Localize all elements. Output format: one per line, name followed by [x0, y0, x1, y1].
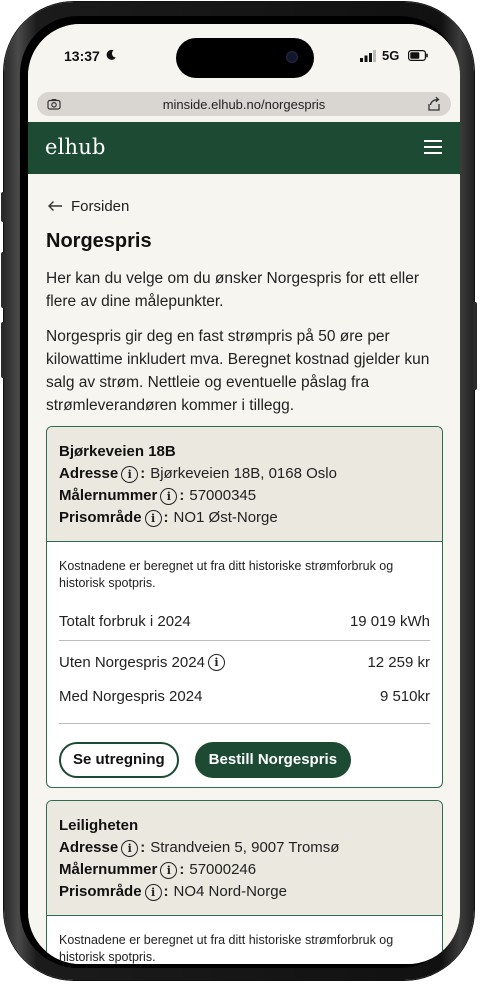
- info-icon[interactable]: i: [121, 465, 139, 483]
- price-area-label: Prisområde: [59, 883, 142, 900]
- colon: :: [140, 839, 146, 856]
- elhub-logo[interactable]: elhub: [45, 135, 106, 159]
- action-button: [1, 192, 5, 222]
- address-value: Strandveien 5, 9007 Tromsø: [150, 839, 340, 856]
- order-norgespris-button[interactable]: Bestill Norgespris: [194, 742, 352, 778]
- signal-icon: [360, 50, 376, 62]
- power-button: [473, 302, 477, 390]
- property-name: Bjørkeveien 18B: [59, 443, 176, 460]
- metering-point-card: Bjørkeveien 18B Adresse i: Bjørkeveien 1…: [46, 426, 443, 788]
- info-icon[interactable]: i: [144, 509, 162, 527]
- without-norgespris-row: Uten Norgespris 2024 i 12 259 kr: [59, 651, 430, 673]
- status-time: 13:37: [64, 48, 100, 64]
- price-area-row: Prisområde i: NO1 Øst-Norge: [59, 507, 430, 529]
- meter-number-row: Målernummer i: 57000246: [59, 859, 430, 881]
- battery-icon: [408, 50, 428, 61]
- meter-number-value: 57000246: [189, 861, 257, 878]
- address-label: Adresse: [59, 465, 119, 482]
- status-bar: 13:37 5G: [28, 24, 460, 90]
- url-bar[interactable]: minside.elhub.no/norgespris: [37, 92, 451, 116]
- screen: 13:37 5G minside.elhub.no/norgespris elh…: [28, 24, 460, 964]
- card-body: Kostnadene er beregnet ut fra ditt histo…: [47, 542, 442, 778]
- volume-up-button: [1, 252, 5, 308]
- colon: :: [163, 509, 169, 526]
- colon: :: [179, 487, 185, 504]
- card-body: Kostnadene er beregnet ut fra ditt histo…: [47, 916, 442, 964]
- url-text[interactable]: minside.elhub.no/norgespris: [37, 97, 451, 112]
- card-actions: Se utregning Bestill Norgespris: [59, 742, 430, 778]
- colon: :: [140, 465, 146, 482]
- back-link[interactable]: Forsiden: [47, 198, 129, 215]
- address-label: Adresse: [59, 839, 119, 856]
- without-norgespris-label: Uten Norgespris 2024: [59, 653, 205, 671]
- front-camera: [286, 51, 298, 63]
- metering-point-card: Leiligheten Adresse i: Strandveien 5, 90…: [46, 800, 443, 964]
- card-header: Leiligheten Adresse i: Strandveien 5, 90…: [47, 801, 442, 916]
- total-consumption-label: Totalt forbruk i 2024: [59, 612, 191, 630]
- divider: [59, 640, 430, 641]
- back-link-label: Forsiden: [71, 198, 130, 215]
- page-title: Norgespris: [46, 230, 152, 252]
- with-norgespris-value: 9 510kr: [379, 687, 430, 705]
- property-name: Leiligheten: [59, 817, 139, 834]
- app-header: elhub: [28, 122, 460, 174]
- colon: :: [179, 861, 185, 878]
- info-icon[interactable]: i: [207, 653, 225, 671]
- info-icon[interactable]: i: [144, 883, 162, 901]
- total-consumption-value: 19 019 kWh: [349, 612, 430, 630]
- without-norgespris-value: 12 259 kr: [367, 653, 430, 671]
- share-icon[interactable]: [427, 96, 441, 112]
- meter-number-value: 57000345: [189, 487, 257, 504]
- address-row: Adresse i: Bjørkeveien 18B, 0168 Oslo: [59, 463, 430, 485]
- price-area-label: Prisområde: [59, 509, 142, 526]
- description-text: Norgespris gir deg en fast strømpris på …: [46, 328, 430, 414]
- meter-number-label: Målernummer: [59, 861, 158, 878]
- intro-text: Her kan du velge om du ønsker Norgespris…: [46, 270, 420, 310]
- card-header: Bjørkeveien 18B Adresse i: Bjørkeveien 1…: [47, 427, 442, 542]
- meter-number-row: Målernummer i: 57000345: [59, 485, 430, 507]
- with-norgespris-label: Med Norgespris 2024: [59, 687, 203, 705]
- info-icon[interactable]: i: [160, 861, 178, 879]
- info-icon[interactable]: i: [121, 839, 139, 857]
- price-area-row: Prisområde i: NO4 Nord-Norge: [59, 881, 430, 903]
- cost-note: Kostnadene er beregnet ut fra ditt histo…: [59, 933, 394, 964]
- price-area-value: NO1 Øst-Norge: [173, 509, 278, 526]
- address-value: Bjørkeveien 18B, 0168 Oslo: [150, 465, 337, 482]
- without-norgespris-label-group: Uten Norgespris 2024 i: [59, 653, 227, 671]
- moon-icon: [106, 49, 116, 60]
- network-label: 5G: [382, 48, 400, 63]
- divider: [59, 723, 430, 724]
- volume-down-button: [1, 322, 5, 378]
- menu-icon[interactable]: [424, 139, 442, 155]
- total-consumption-row: Totalt forbruk i 2024 19 019 kWh: [59, 610, 430, 632]
- cost-note: Kostnadene er beregnet ut fra ditt histo…: [59, 559, 394, 590]
- meter-number-label: Målernummer: [59, 487, 158, 504]
- see-calculation-button[interactable]: Se utregning: [59, 742, 179, 778]
- with-norgespris-row: Med Norgespris 2024 9 510kr: [59, 685, 430, 707]
- price-area-value: NO4 Nord-Norge: [173, 883, 287, 900]
- colon: :: [163, 883, 169, 900]
- address-row: Adresse i: Strandveien 5, 9007 Tromsø: [59, 837, 430, 859]
- info-icon[interactable]: i: [160, 487, 178, 505]
- arrow-left-icon: [48, 201, 62, 211]
